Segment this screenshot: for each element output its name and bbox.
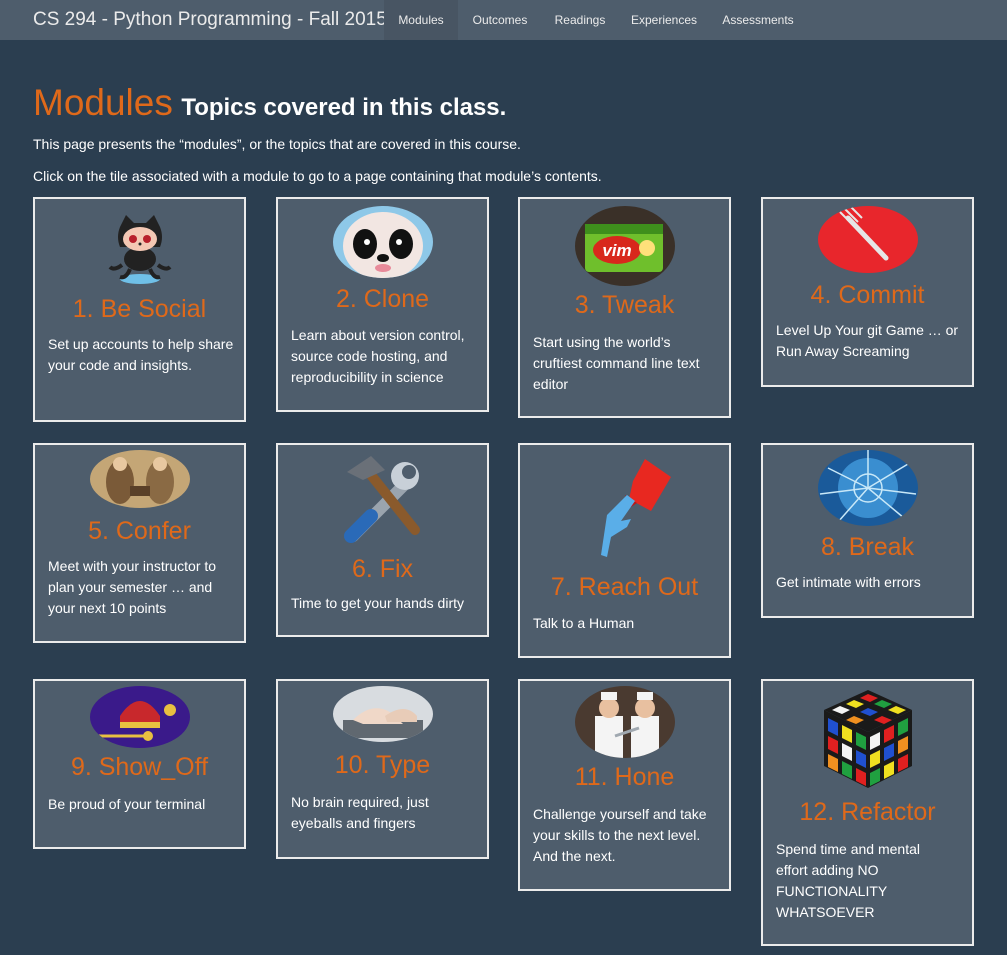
module-description: Be proud of your terminal [48,796,206,812]
module-title: 11. Hone [574,763,675,791]
intro-text-1: This page presents the “modules”, or the… [33,136,521,152]
tools-icon [333,450,433,546]
nav-assessments[interactable]: Assessments [712,0,804,40]
module-description: Get intimate with errors [776,574,921,590]
module-title: 7. Reach Out [550,573,699,601]
module-description: Level Up Your git Game … or Run Away Scr… [776,322,959,359]
page-subtitle: Topics covered in this class. [181,94,507,121]
nav-readings[interactable]: Readings [543,0,617,40]
hands-touching-icon [575,455,675,557]
module-tile-clone[interactable]: 2. Clone Learn about version control, so… [276,197,489,412]
nav-modules[interactable]: Modules [384,0,458,40]
module-tile-tweak[interactable]: vim 3. Tweak Start using the world’s cru… [518,197,731,418]
svg-text:vim: vim [602,241,631,260]
module-title: 10. Type [334,751,431,779]
module-tile-show-off[interactable]: 9. Show_Off Be proud of your terminal [33,679,246,849]
typing-hands-icon [332,686,433,742]
module-tile-refactor[interactable]: 12. Refactor Spend time and mental effor… [761,679,974,946]
module-description: Spend time and mental effort adding NO F… [776,841,920,920]
navbar: CS 294 - Python Programming - Fall 2015 … [0,0,1007,40]
module-title: 12. Refactor [799,798,936,826]
broken-glass-icon [817,450,918,526]
module-tile-type[interactable]: 10. Type No brain required, just eyeball… [276,679,489,859]
panda-icon [332,206,433,278]
site-brand[interactable]: CS 294 - Python Programming - Fall 2015 [33,9,387,31]
module-tile-break[interactable]: 8. Break Get intimate with errors [761,443,974,618]
module-title: 9. Show_Off [70,753,209,781]
module-title: 1. Be Social [72,295,207,323]
module-tile-be-social[interactable]: 1. Be Social Set up accounts to help sha… [33,197,246,422]
page-title: Modules [33,82,173,123]
nav-outcomes[interactable]: Outcomes [460,0,540,40]
module-title: 6. Fix [351,555,414,583]
module-title: 8. Break [820,533,915,561]
octocat-icon [100,207,180,287]
module-title: 3. Tweak [574,291,675,319]
module-description: Meet with your instructor to plan your s… [48,558,217,616]
module-description: Talk to a Human [533,615,635,631]
intro-text-2: Click on the tile associated with a modu… [33,168,602,184]
module-tile-commit[interactable]: 4. Commit Level Up Your git Game … or Ru… [761,197,974,387]
chefs-icon [574,686,675,758]
module-description: Time to get your hands dirty [291,595,465,611]
page-heading: Modules Topics covered in this class. [33,82,506,124]
nav-experiences[interactable]: Experiences [620,0,708,40]
module-title: 2. Clone [335,285,430,313]
module-title: 4. Commit [810,281,925,309]
conference-painting-icon [89,450,190,508]
module-description: Start using the world’s cruftiest comman… [533,334,700,392]
module-description: No brain required, just eyeballs and fin… [291,794,429,831]
vim-sponge-icon: vim [574,206,675,286]
fork-icon [817,206,918,273]
module-tile-reach-out[interactable]: 7. Reach Out Talk to a Human [518,443,731,658]
module-tile-confer[interactable]: 5. Confer Meet with your instructor to p… [33,443,246,643]
crown-jewels-icon [89,686,190,748]
module-description: Challenge yourself and take your skills … [533,806,707,864]
module-title: 5. Confer [88,517,191,545]
rubiks-cube-icon [818,686,918,792]
module-description: Set up accounts to help share your code … [48,336,234,373]
module-tile-fix[interactable]: 6. Fix Time to get your hands dirty [276,443,489,637]
module-description: Learn about version control, source code… [291,327,465,385]
module-tile-hone[interactable]: 11. Hone Challenge yourself and take you… [518,679,731,891]
